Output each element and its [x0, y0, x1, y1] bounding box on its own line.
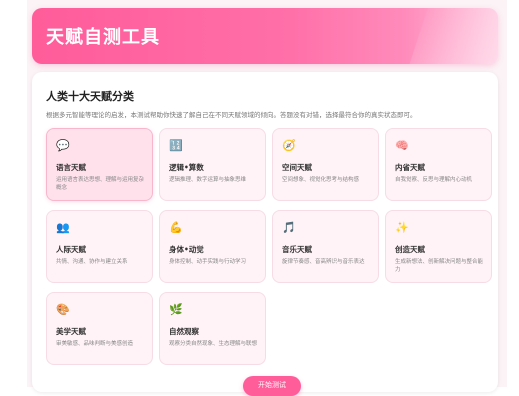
talent-name: 内省天赋 [395, 163, 425, 172]
speech-bubble-icon: 💬 [56, 139, 70, 152]
talent-description: 运用语言表达思想、理解与运用复杂概念 [56, 177, 145, 191]
talent-card-interpersonal[interactable]: 👥 人际天赋 共情、沟通、协作与建立关系 [46, 210, 153, 283]
section-description: 根据多元智能等理论的启发，本测试帮助你快速了解自己在不同天赋领域的倾向。答题没有… [46, 111, 417, 119]
talent-name: 空间天赋 [282, 163, 312, 172]
talent-description: 身体控制、动手实践与行动学习 [169, 259, 247, 265]
talent-card-aesthetics[interactable]: 🎨 美学天赋 审美敏感、品味判断与美感创造 [46, 292, 153, 365]
talent-panel: 人类十大天赋分类 根据多元智能等理论的启发，本测试帮助你快速了解自己在不同天赋领… [32, 72, 498, 392]
compass-icon: 🧭 [282, 139, 296, 152]
talent-name: 语言天赋 [56, 163, 86, 172]
sparkles-icon: ✨ [395, 221, 409, 234]
app-header: 天赋自测工具 [32, 8, 498, 64]
music-note-icon: 🎵 [282, 221, 296, 234]
talent-card-logic-math[interactable]: 🔢 逻辑•算数 逻辑推理、数字运算与抽象思维 [159, 128, 266, 201]
talent-card-spatial[interactable]: 🧭 空间天赋 空间想象、视觉化思考与结构感 [272, 128, 379, 201]
talent-card-language[interactable]: 💬 语言天赋 运用语言表达思想、理解与运用复杂概念 [46, 128, 153, 201]
section-title: 人类十大天赋分类 [46, 90, 134, 103]
talent-name: 创造天赋 [395, 245, 425, 254]
talent-description: 观察分类自然现象、生态理解与联想 [169, 341, 258, 347]
talent-description: 旋律节奏感、音高辨识与音乐表达 [282, 259, 365, 265]
talent-name: 人际天赋 [56, 245, 86, 254]
talent-description: 逻辑推理、数字运算与抽象思维 [169, 177, 247, 183]
start-test-button[interactable]: 开始测试 [243, 376, 301, 396]
talent-card-music[interactable]: 🎵 音乐天赋 旋律节奏感、音高辨识与音乐表达 [272, 210, 379, 283]
talent-name: 音乐天赋 [282, 245, 312, 254]
talent-description: 共情、沟通、协作与建立关系 [56, 259, 128, 265]
talent-card-creativity[interactable]: ✨ 创造天赋 生成新想法、创新解决问题与整合能力 [385, 210, 492, 283]
talent-description: 生成新想法、创新解决问题与整合能力 [395, 259, 484, 273]
brain-icon: 🧠 [395, 139, 409, 152]
talent-card-naturalist[interactable]: 🌿 自然观察 观察分类自然现象、生态理解与联想 [159, 292, 266, 365]
talent-name: 身体•动觉 [169, 245, 204, 254]
talent-card-bodily-kinesthetic[interactable]: 💪 身体•动觉 身体控制、动手实践与行动学习 [159, 210, 266, 283]
talent-description: 审美敏感、品味判断与美感创造 [56, 341, 134, 347]
people-icon: 👥 [56, 221, 70, 234]
talent-name: 自然观察 [169, 327, 199, 336]
numbers-icon: 🔢 [169, 139, 183, 152]
talent-name: 美学天赋 [56, 327, 86, 336]
talent-description: 自我觉察、反思与理解内心动机 [395, 177, 473, 183]
talent-name: 逻辑•算数 [169, 163, 204, 172]
talent-description: 空间想象、视觉化思考与结构感 [282, 177, 360, 183]
herb-icon: 🌿 [169, 303, 183, 316]
palette-icon: 🎨 [56, 303, 70, 316]
header-decoration [401, 8, 498, 64]
app-title: 天赋自测工具 [46, 27, 160, 48]
talent-card-intrapersonal[interactable]: 🧠 内省天赋 自我觉察、反思与理解内心动机 [385, 128, 492, 201]
flexed-arm-icon: 💪 [169, 221, 183, 234]
